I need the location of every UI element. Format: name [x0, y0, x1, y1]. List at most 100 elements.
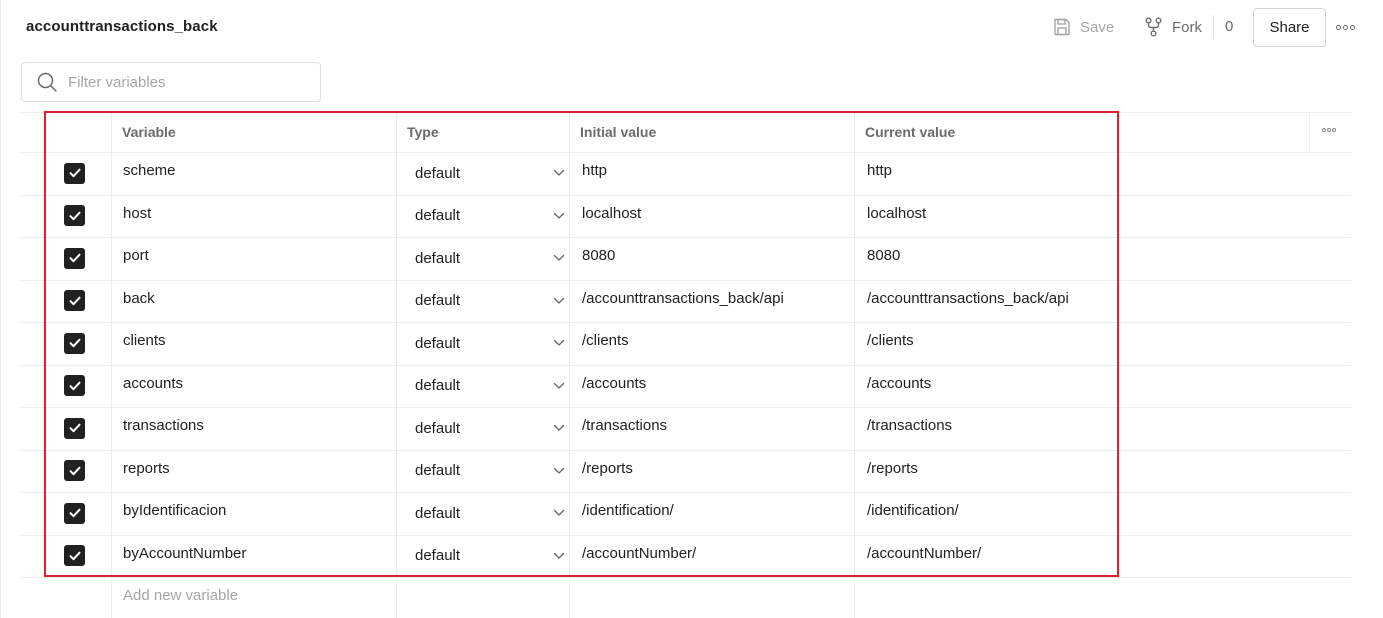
- type-dropdown[interactable]: default: [415, 502, 565, 524]
- filter-variables-field[interactable]: [21, 62, 321, 102]
- row-enabled-checkbox[interactable]: [64, 205, 85, 226]
- chevron-down-icon: [553, 467, 565, 474]
- type-dropdown[interactable]: default: [415, 460, 565, 482]
- type-dropdown[interactable]: default: [415, 290, 565, 312]
- variable-name-cell[interactable]: scheme: [123, 162, 176, 179]
- current-value-cell[interactable]: /reports: [867, 460, 918, 477]
- column-header-type: Type: [407, 124, 439, 140]
- row-enabled-checkbox[interactable]: [64, 162, 85, 184]
- check-icon: [69, 423, 80, 433]
- current-value-cell[interactable]: /transactions: [867, 417, 952, 434]
- fork-count[interactable]: 0: [1225, 18, 1233, 35]
- table-header-border: [21, 152, 1351, 153]
- current-value-cell[interactable]: /accounts: [867, 375, 931, 392]
- variable-name-cell[interactable]: port: [123, 247, 149, 264]
- row-enabled-checkbox[interactable]: [64, 417, 85, 439]
- column-options-icon[interactable]: [1322, 128, 1336, 132]
- chevron-down-icon: [553, 297, 565, 304]
- initial-value-cell[interactable]: http: [582, 162, 607, 179]
- type-value: default: [415, 547, 461, 564]
- variable-name-cell[interactable]: transactions: [123, 417, 204, 434]
- variable-name-cell[interactable]: back: [123, 290, 155, 307]
- type-dropdown[interactable]: default: [415, 205, 565, 227]
- type-dropdown[interactable]: default: [415, 247, 565, 269]
- row-divider: [21, 322, 1351, 323]
- panel-edge: [0, 0, 1, 618]
- row-divider: [21, 237, 1351, 238]
- type-dropdown[interactable]: default: [415, 417, 565, 439]
- variable-name-cell[interactable]: accounts: [123, 375, 183, 392]
- save-button[interactable]: Save: [1052, 16, 1114, 38]
- row-enabled-checkbox[interactable]: [64, 545, 85, 566]
- row-divider: [21, 535, 1351, 536]
- search-icon: [37, 72, 57, 92]
- type-value: default: [415, 419, 461, 437]
- type-value: default: [415, 164, 461, 182]
- variable-name-cell[interactable]: byAccountNumber: [123, 545, 246, 562]
- check-icon: [69, 211, 80, 220]
- check-icon: [69, 551, 80, 560]
- more-horizontal-icon[interactable]: [1336, 20, 1355, 34]
- variable-name-cell[interactable]: host: [123, 205, 151, 222]
- initial-value-cell[interactable]: /accounttransactions_back/api: [582, 290, 784, 307]
- toolbar-divider: [1213, 15, 1214, 39]
- row-enabled-checkbox[interactable]: [64, 247, 85, 269]
- initial-value-cell[interactable]: /accounts: [582, 375, 646, 392]
- row-divider: [21, 195, 1351, 196]
- row-divider: [21, 407, 1351, 408]
- chevron-down-icon: [553, 254, 565, 261]
- current-value-cell[interactable]: /clients: [867, 332, 914, 349]
- fork-icon: [1145, 17, 1162, 37]
- row-enabled-checkbox[interactable]: [64, 460, 85, 481]
- row-enabled-checkbox[interactable]: [64, 502, 85, 524]
- row-divider: [21, 280, 1351, 281]
- chevron-down-icon: [553, 509, 565, 516]
- initial-value-cell[interactable]: /transactions: [582, 417, 667, 434]
- table-top-border: [21, 112, 1351, 113]
- initial-value-cell[interactable]: localhost: [582, 205, 641, 222]
- current-value-cell[interactable]: /accountNumber/: [867, 545, 981, 562]
- type-dropdown[interactable]: default: [415, 375, 565, 397]
- variable-name-cell[interactable]: clients: [123, 332, 166, 349]
- initial-value-cell[interactable]: /clients: [582, 332, 629, 349]
- check-icon: [69, 296, 80, 305]
- share-button[interactable]: Share: [1253, 8, 1326, 47]
- chevron-down-icon: [553, 424, 565, 431]
- current-value-cell[interactable]: /accounttransactions_back/api: [867, 290, 1069, 307]
- initial-value-cell[interactable]: /reports: [582, 460, 633, 477]
- check-icon: [69, 508, 80, 518]
- fork-button[interactable]: Fork: [1144, 16, 1202, 38]
- type-dropdown[interactable]: default: [415, 332, 565, 354]
- check-icon: [69, 381, 80, 390]
- type-dropdown[interactable]: default: [415, 162, 565, 184]
- current-value-cell[interactable]: /identification/: [867, 502, 959, 519]
- save-label: Save: [1080, 18, 1115, 36]
- type-value: default: [415, 292, 461, 309]
- current-value-cell[interactable]: localhost: [867, 205, 926, 222]
- column-header-initial-value: Initial value: [580, 124, 657, 140]
- add-new-variable[interactable]: Add new variable: [123, 587, 238, 604]
- fork-label: Fork: [1172, 18, 1202, 36]
- filter-variables-input[interactable]: [68, 73, 298, 91]
- initial-value-cell[interactable]: /identification/: [582, 502, 674, 519]
- variable-name-cell[interactable]: reports: [123, 460, 170, 477]
- chevron-down-icon: [553, 382, 565, 389]
- check-icon: [69, 338, 80, 348]
- row-divider: [21, 450, 1351, 451]
- column-header-current-value: Current value: [865, 124, 956, 140]
- row-enabled-checkbox[interactable]: [64, 375, 85, 396]
- current-value-cell[interactable]: 8080: [867, 247, 900, 264]
- type-dropdown[interactable]: default: [415, 545, 565, 567]
- row-enabled-checkbox[interactable]: [64, 290, 85, 311]
- row-enabled-checkbox[interactable]: [64, 332, 85, 354]
- chevron-down-icon: [553, 169, 565, 176]
- chevron-down-icon: [553, 552, 565, 559]
- check-icon: [69, 466, 80, 475]
- initial-value-cell[interactable]: /accountNumber/: [582, 545, 696, 562]
- variable-name-cell[interactable]: byIdentificacion: [123, 502, 226, 519]
- check-icon: [69, 253, 80, 263]
- current-value-cell[interactable]: http: [867, 162, 892, 179]
- initial-value-cell[interactable]: 8080: [582, 247, 615, 264]
- type-value: default: [415, 207, 461, 224]
- chevron-down-icon: [553, 212, 565, 219]
